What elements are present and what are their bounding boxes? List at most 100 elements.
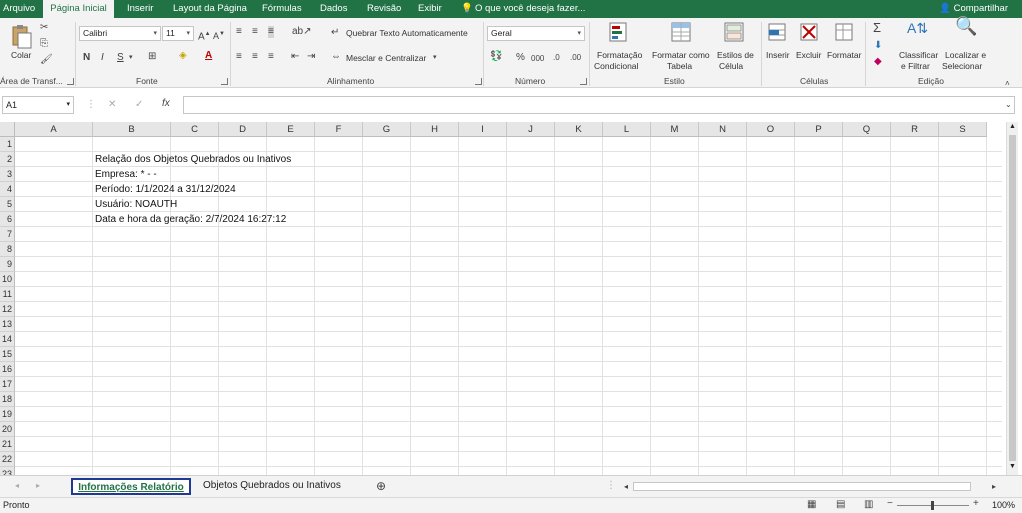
- wrap-text-icon[interactable]: ↵: [331, 27, 339, 39]
- column-header-E[interactable]: E: [267, 122, 315, 137]
- font-size-dropdown[interactable]: 11 ▾: [162, 26, 194, 41]
- page-layout-icon[interactable]: ▤: [836, 499, 845, 511]
- worksheet-grid[interactable]: ABCDEFGHIJKLMNOPQRS 1 2 3 4 5 6 7 8 9 10 11 12 13 14 1…: [0, 122, 1002, 475]
- vertical-scroll-thumb[interactable]: [1009, 135, 1016, 461]
- decrease-decimal-icon[interactable]: .00: [570, 52, 581, 64]
- tab-inserir[interactable]: Inserir: [127, 0, 153, 18]
- percent-button[interactable]: %: [516, 52, 525, 64]
- tab-pagina-inicial[interactable]: Página Inicial: [43, 0, 114, 18]
- increase-font-icon[interactable]: A▲: [198, 28, 211, 43]
- row-header-9[interactable]: 9: [0, 257, 15, 272]
- row-header-22[interactable]: 22: [0, 452, 15, 467]
- align-middle-icon[interactable]: ≡: [252, 26, 258, 38]
- formula-input[interactable]: [183, 96, 1015, 114]
- sort-filter-button[interactable]: Classificar: [899, 50, 938, 61]
- tab-arquivo[interactable]: Arquivo: [3, 0, 35, 18]
- sort-filter-line2[interactable]: e Filtrar: [901, 61, 930, 72]
- cell-styles-line2[interactable]: Célula: [719, 61, 743, 72]
- cell-B4[interactable]: Período: 1/1/2024 a 31/12/2024: [95, 182, 236, 197]
- borders-icon[interactable]: ⊞: [148, 51, 156, 63]
- merge-center-button[interactable]: Mesclar e Centralizar: [346, 53, 426, 64]
- sheet-tab-objetos[interactable]: Objetos Quebrados ou Inativos: [203, 478, 341, 495]
- format-as-table-button[interactable]: Formatar como: [652, 50, 710, 61]
- find-select-icon[interactable]: 🔍: [955, 17, 977, 35]
- paste-label[interactable]: Colar: [11, 50, 31, 61]
- conditional-formatting-button[interactable]: Formatação: [597, 50, 642, 61]
- scroll-left-icon[interactable]: ◂: [624, 481, 628, 493]
- insert-function-button[interactable]: fx: [162, 98, 170, 110]
- tab-exibir[interactable]: Exibir: [418, 0, 442, 18]
- format-cells-icon[interactable]: [834, 22, 856, 44]
- row-header-5[interactable]: 5: [0, 197, 15, 212]
- row-header-16[interactable]: 16: [0, 362, 15, 377]
- fill-color-icon[interactable]: ◈: [179, 50, 187, 62]
- insert-cells-button[interactable]: Inserir: [766, 50, 790, 61]
- clipboard-launcher-icon[interactable]: [67, 78, 74, 85]
- cell-B2[interactable]: Relação dos Objetos Quebrados ou Inativo…: [95, 152, 291, 167]
- format-as-table-line2[interactable]: Tabela: [667, 61, 692, 72]
- tell-me-search[interactable]: O que você deseja fazer...: [475, 0, 585, 18]
- column-header-Q[interactable]: Q: [843, 122, 891, 137]
- collapse-ribbon-icon[interactable]: ˄: [1005, 78, 1010, 90]
- row-header-7[interactable]: 7: [0, 227, 15, 242]
- sheet-tab-informacoes[interactable]: Informações Relatório: [71, 478, 191, 495]
- select-all-corner[interactable]: [0, 122, 15, 137]
- row-header-15[interactable]: 15: [0, 347, 15, 362]
- decrease-indent-icon[interactable]: ⇤: [291, 51, 299, 63]
- column-header-G[interactable]: G: [363, 122, 411, 137]
- row-header-20[interactable]: 20: [0, 422, 15, 437]
- align-center-icon[interactable]: ≡: [252, 51, 258, 63]
- row-header-17[interactable]: 17: [0, 377, 15, 392]
- font-name-dropdown[interactable]: Calibri ▾: [79, 26, 161, 41]
- row-header-18[interactable]: 18: [0, 392, 15, 407]
- copy-icon[interactable]: ⎘: [40, 38, 48, 50]
- cut-icon[interactable]: ✂: [40, 22, 48, 34]
- increase-indent-icon[interactable]: ⇥: [307, 51, 315, 63]
- paste-icon[interactable]: [11, 24, 33, 50]
- cell-styles-icon[interactable]: [724, 22, 746, 44]
- insert-cells-icon[interactable]: [767, 22, 789, 44]
- bold-button[interactable]: N: [83, 52, 90, 64]
- column-header-A[interactable]: A: [15, 122, 93, 137]
- format-as-table-icon[interactable]: [671, 22, 693, 44]
- decrease-font-icon[interactable]: A▼: [213, 28, 225, 42]
- cell-B6[interactable]: Data e hora da geração: 2/7/2024 16:27:1…: [95, 212, 286, 227]
- conditional-formatting-line2[interactable]: Condicional: [594, 61, 638, 72]
- row-header-21[interactable]: 21: [0, 437, 15, 452]
- column-header-I[interactable]: I: [459, 122, 507, 137]
- increase-decimal-icon[interactable]: .0: [553, 52, 560, 64]
- row-header-14[interactable]: 14: [0, 332, 15, 347]
- row-header-8[interactable]: 8: [0, 242, 15, 257]
- cell-B5[interactable]: Usuário: NOAUTH: [95, 197, 177, 212]
- horizontal-scroll-thumb[interactable]: [633, 482, 971, 491]
- chevron-down-icon[interactable]: ▾: [129, 52, 133, 64]
- number-launcher-icon[interactable]: [580, 78, 587, 85]
- conditional-formatting-icon[interactable]: [609, 22, 631, 44]
- column-header-C[interactable]: C: [171, 122, 219, 137]
- row-header-11[interactable]: 11: [0, 287, 15, 302]
- font-color-icon[interactable]: A: [205, 50, 212, 62]
- tab-revisao[interactable]: Revisão: [367, 0, 401, 18]
- underline-button[interactable]: S: [117, 52, 124, 64]
- italic-button[interactable]: I: [101, 52, 104, 64]
- page-break-icon[interactable]: ▥: [864, 499, 873, 511]
- clear-icon[interactable]: ◆: [874, 56, 882, 68]
- align-left-icon[interactable]: ≡: [236, 51, 242, 63]
- column-header-J[interactable]: J: [507, 122, 555, 137]
- row-header-4[interactable]: 4: [0, 182, 15, 197]
- column-header-H[interactable]: H: [411, 122, 459, 137]
- splitter-icon[interactable]: ⋮: [606, 480, 616, 492]
- vertical-scrollbar[interactable]: ▲ ▼: [1006, 122, 1018, 475]
- name-box[interactable]: A1 ▾: [2, 96, 74, 114]
- tab-dados[interactable]: Dados: [320, 0, 347, 18]
- merge-center-icon[interactable]: ⇔: [331, 51, 341, 63]
- next-sheet-icon[interactable]: ▸: [36, 480, 40, 492]
- zoom-slider-thumb[interactable]: [931, 501, 934, 510]
- scroll-right-icon[interactable]: ▸: [992, 481, 996, 493]
- chevron-down-icon[interactable]: ▾: [433, 52, 437, 64]
- normal-view-icon[interactable]: ▦: [807, 499, 816, 511]
- orientation-icon[interactable]: ab↗: [292, 26, 312, 38]
- align-top-icon[interactable]: ≡: [236, 26, 242, 38]
- row-header-10[interactable]: 10: [0, 272, 15, 287]
- number-format-dropdown[interactable]: Geral ▾: [487, 26, 585, 41]
